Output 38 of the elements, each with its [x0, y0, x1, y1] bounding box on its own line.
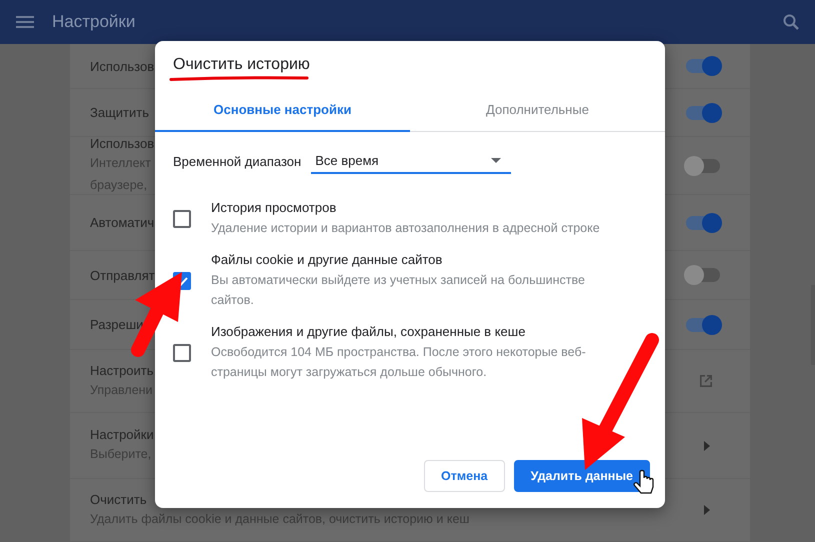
caret-right-icon[interactable]: [704, 505, 710, 515]
setting-title: Использов: [90, 136, 154, 151]
tab[interactable]: Дополнительные: [410, 88, 665, 132]
checkbox[interactable]: [173, 210, 191, 228]
setting-title: Разреши: [90, 317, 144, 332]
delete-data-button[interactable]: Удалить данные: [514, 460, 650, 492]
setting-title: Использов: [90, 58, 154, 74]
dropdown-caret-icon: [491, 158, 502, 162]
search-icon[interactable]: [783, 14, 799, 30]
option-description: Освободится 104 МБ пространства. После этого некоторые веб-страницы могут загружаться дольше обычного.: [211, 344, 587, 381]
setting-title: Настройки: [90, 427, 154, 442]
option-description: Вы автоматически выйдете из учетных записей на большинстве сайтов.: [211, 272, 586, 309]
header-title: Настройки: [52, 12, 136, 32]
option-description: Удаление истории и вариантов автозаполнения в адресной строке: [211, 220, 600, 237]
setting-title: Настроить: [90, 362, 154, 378]
toggle-switch[interactable]: [686, 216, 720, 230]
toggle-switch[interactable]: [686, 318, 720, 332]
setting-title: Отправлят: [90, 268, 155, 282]
checkbox[interactable]: [173, 344, 191, 362]
time-range-select[interactable]: Все время: [311, 148, 512, 174]
setting-title: Автоматич: [90, 215, 154, 230]
time-range-label: Временной диапазон: [173, 154, 302, 168]
hand-cursor-icon: [634, 470, 654, 494]
dialog-title: Очистить историю: [173, 56, 310, 74]
cancel-button[interactable]: Отмена: [424, 460, 505, 492]
option-title: Изображения и другие файлы, сохраненные в кеше: [211, 324, 526, 339]
setting-title: Защитить: [90, 105, 149, 120]
toggle-switch[interactable]: [686, 59, 720, 73]
tab[interactable]: Основные настройки: [155, 88, 410, 132]
option-title: История просмотров: [211, 200, 338, 215]
external-link-icon[interactable]: [698, 373, 714, 389]
setting-title: Очистить: [90, 492, 147, 506]
toggle-switch[interactable]: [686, 106, 720, 120]
menu-icon[interactable]: [16, 16, 34, 28]
caret-right-icon[interactable]: [704, 440, 710, 450]
toggle-switch[interactable]: [686, 158, 720, 172]
option-title: Файлы cookie и другие данные сайтов: [211, 252, 444, 267]
toggle-switch[interactable]: [686, 268, 720, 282]
